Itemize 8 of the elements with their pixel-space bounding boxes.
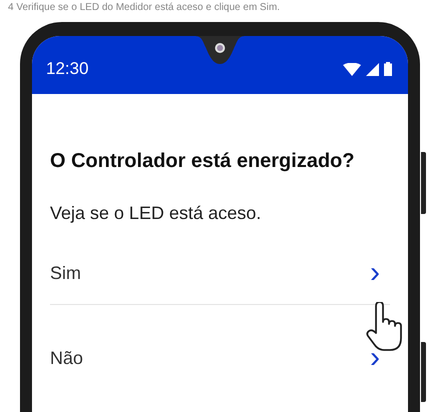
chevron-icon: ›	[370, 343, 390, 373]
chevron-icon: ›	[370, 258, 390, 288]
option-item[interactable]: Não ›	[50, 331, 390, 385]
status-time: 12:30	[46, 59, 89, 79]
option-item[interactable]: Sim ›	[50, 246, 390, 300]
question-hint: Veja se o LED está aceso.	[50, 203, 262, 224]
instruction-text: 4 Verifique se o LED do Medidor está aceso e clique em Sim.	[7, 1, 281, 15]
question-title: O Controlador está energizado?	[50, 150, 356, 173]
